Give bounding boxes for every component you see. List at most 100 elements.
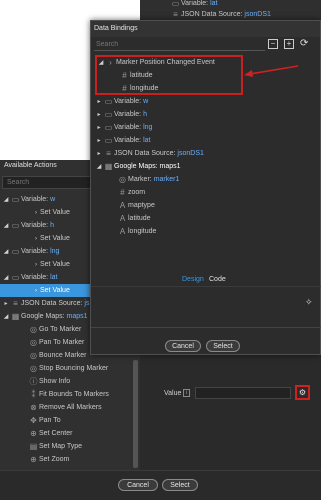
binding-label: Marker: (128, 176, 152, 183)
cancel-button[interactable]: Cancel (118, 479, 158, 491)
refresh-icon[interactable]: ⟳ (300, 38, 308, 49)
bindings-tree: ◢ › Marker Position Changed Event # lati… (91, 55, 321, 255)
collapse-caret-icon[interactable]: ◢ (2, 313, 10, 320)
map-action-show-info[interactable]: ⓘ Show Info (28, 375, 140, 388)
map-action-label: Pan To Marker (39, 339, 85, 346)
binding-variable-lng[interactable]: ▸ ▭ Variable: lng (95, 121, 321, 134)
data-bindings-button[interactable]: ⚙ (295, 385, 310, 400)
variable-icon: ▭ (171, 0, 180, 8)
expand-caret-icon[interactable]: ▸ (95, 111, 103, 118)
info-icon: i (183, 389, 190, 397)
collapse-all-icon[interactable]: − (268, 39, 278, 49)
dialog-divider (91, 327, 321, 328)
action-name: lat (50, 274, 58, 281)
chevron-right-icon: › (35, 235, 37, 242)
value-label: Value (164, 390, 182, 397)
select-button[interactable]: Select (162, 479, 198, 491)
marker-icon: ◎ (30, 364, 37, 373)
map-action-label: Show Info (39, 378, 71, 385)
expand-caret-icon[interactable]: ▸ (95, 137, 103, 144)
map-type-icon: ▤ (29, 442, 38, 451)
bindings-search-field[interactable] (94, 38, 265, 51)
bindings-search-input[interactable] (94, 38, 265, 50)
tab-design[interactable]: Design (182, 276, 204, 283)
dialog-title-bar: Data Bindings (91, 21, 320, 37)
binding-label: Variable: (114, 137, 142, 144)
chevron-right-icon: › (109, 58, 112, 67)
binding-name: maps1 (159, 163, 181, 170)
text-icon: A (119, 227, 126, 236)
map-action-label: Bounce Marker (39, 352, 87, 359)
binding-field-latitude[interactable]: A latitude (117, 212, 321, 225)
variable-icon: ▭ (11, 247, 20, 256)
binding-name: w (143, 98, 149, 105)
binding-field-longitude[interactable]: A longitude (117, 225, 321, 238)
expand-caret-icon[interactable]: ▸ (95, 150, 103, 157)
expand-caret-icon[interactable]: ▸ (95, 124, 103, 131)
map-icon: ▦ (11, 312, 20, 321)
map-action-pan-to[interactable]: ✥ Pan To (28, 414, 140, 427)
annotation-arrow (244, 65, 299, 77)
dialog-select-button[interactable]: Select (206, 340, 240, 352)
editor-tabs: Design Code (91, 273, 321, 287)
map-action-fit-bounds[interactable]: ⁑ Fit Bounds To Markers (28, 388, 140, 401)
binding-label: Variable: (114, 111, 142, 118)
map-action-label: Remove All Markers (39, 404, 102, 411)
magic-wand-icon[interactable]: ✧ (305, 297, 313, 308)
zoom-icon: ⊕ (30, 455, 37, 464)
collapse-caret-icon[interactable]: ◢ (95, 163, 103, 170)
field-name: latitude (128, 215, 151, 222)
collapse-caret-icon[interactable]: ◢ (97, 59, 105, 66)
collapse-caret-icon[interactable]: ◢ (2, 222, 10, 229)
database-icon: ≡ (173, 10, 178, 19)
binding-variable-h[interactable]: ▸ ▭ Variable: h (95, 108, 321, 121)
marker-icon: ◎ (30, 351, 37, 360)
chevron-right-icon: › (35, 209, 37, 216)
action-label: Google Maps: (21, 313, 65, 320)
binding-name: h (143, 111, 147, 118)
expand-all-icon[interactable]: + (284, 39, 294, 49)
collapse-caret-icon[interactable]: ◢ (2, 248, 10, 255)
expand-caret-icon[interactable]: ▸ (95, 98, 103, 105)
map-action-label: Pan To (39, 417, 61, 424)
binding-variable-lat[interactable]: ▸ ▭ Variable: lat (95, 134, 321, 147)
action-name: js (84, 300, 90, 307)
dialog-cancel-button[interactable]: Cancel (165, 340, 201, 352)
event-field-longitude[interactable]: # longitude (119, 82, 321, 95)
collapse-caret-icon[interactable]: ◢ (2, 196, 10, 203)
fit-bounds-icon: ⁑ (31, 390, 36, 399)
map-action-set-center[interactable]: ⊕ Set Center (28, 427, 140, 440)
value-input[interactable] (195, 387, 291, 399)
action-label: Variable: (21, 196, 49, 203)
action-name: h (50, 222, 54, 229)
variable-icon: ▭ (11, 195, 20, 204)
text-icon: A (119, 201, 126, 210)
binding-marker[interactable]: ◎ Marker: marker1 (117, 173, 321, 186)
tab-code[interactable]: Code (209, 276, 226, 283)
map-action-label: Set Zoom (39, 456, 70, 463)
collapse-caret-icon[interactable]: ◢ (2, 274, 10, 281)
background-panel: ▭ Variable: lat ≡ JSON Data Source: json… (140, 0, 321, 20)
action-sub-label: Set Value (40, 235, 70, 242)
binding-field-maptype[interactable]: A maptype (117, 199, 321, 212)
binding-label: JSON Data Source: (114, 150, 176, 157)
field-name: longitude (130, 85, 159, 92)
field-name: maptype (128, 202, 155, 209)
map-action-set-map-type[interactable]: ▤ Set Map Type (28, 440, 140, 453)
number-icon: # (122, 84, 127, 93)
binding-json-data-source[interactable]: ▸ ≡ JSON Data Source: jsonDS1 (95, 147, 321, 160)
map-action-set-zoom[interactable]: ⊕ Set Zoom (28, 453, 140, 466)
variable-icon: ▭ (104, 136, 113, 145)
binding-google-maps[interactable]: ◢ ▦ Google Maps: maps1 (95, 160, 321, 173)
binding-variable-w[interactable]: ▸ ▭ Variable: w (95, 95, 321, 108)
expand-caret-icon[interactable]: ▸ (2, 300, 10, 307)
binding-field-zoom[interactable]: # zoom (117, 186, 321, 199)
binding-label: Google Maps: (114, 163, 158, 170)
map-action-remove-all-markers[interactable]: ⊗ Remove All Markers (28, 401, 140, 414)
actions-scrollbar[interactable] (133, 360, 138, 468)
variable-icon: ▭ (11, 273, 20, 282)
action-label: Variable: (21, 248, 49, 255)
map-action-stop-bouncing-marker[interactable]: ◎ Stop Bouncing Marker (28, 362, 140, 375)
bg-variable-name: lat (210, 0, 218, 7)
binding-name: marker1 (153, 176, 180, 183)
